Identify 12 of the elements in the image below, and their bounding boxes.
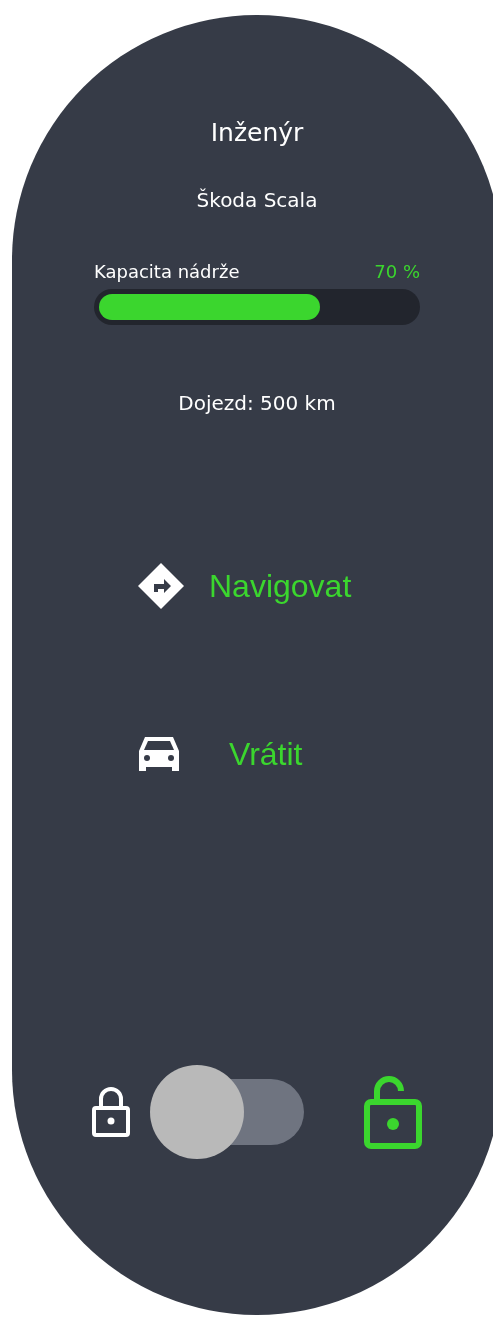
lock-switch[interactable] — [150, 1065, 304, 1159]
unlocked-lock-icon — [364, 1075, 422, 1149]
fuel-reading: 70 % — [374, 260, 420, 284]
navigate-button[interactable]: Navigovat — [209, 561, 352, 611]
driver-title: Inženýr — [210, 117, 304, 149]
lock-icon — [92, 1087, 130, 1137]
fuel-label: Kapacita nádrže — [94, 260, 240, 284]
car-icon — [137, 735, 181, 773]
direction-sign-icon — [137, 562, 185, 610]
range-text: Dojezd: 500 km — [178, 390, 336, 417]
car-name: Škoda Scala — [196, 187, 318, 214]
return-button[interactable]: Vrátit — [229, 729, 303, 779]
